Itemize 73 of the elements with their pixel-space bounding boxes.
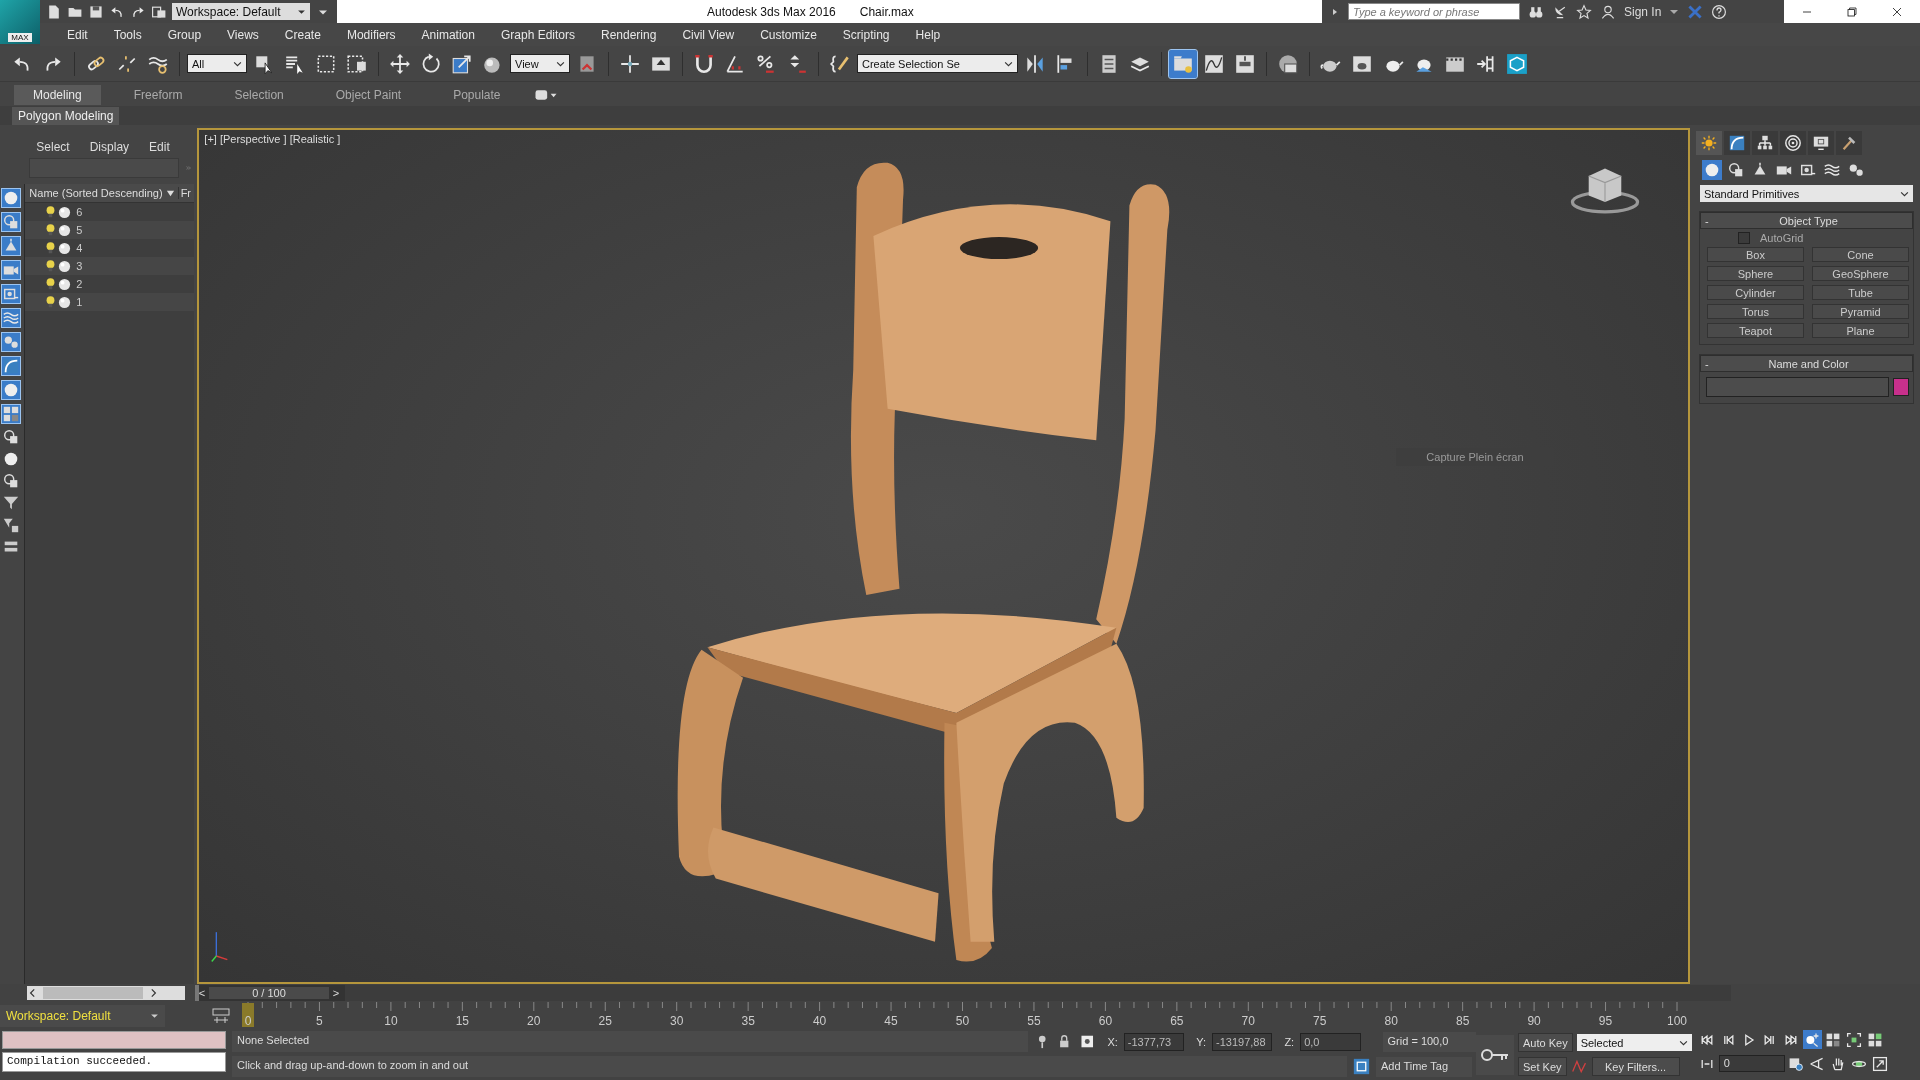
dropdown-field[interactable]: View xyxy=(510,54,570,73)
menu-item[interactable]: Edit xyxy=(54,27,101,42)
scene-row[interactable]: 6 xyxy=(25,203,195,221)
menu-item[interactable]: Views xyxy=(214,27,272,42)
dropdown-field[interactable]: All xyxy=(187,54,247,73)
checkbox-label: AutoGrid xyxy=(1760,232,1804,244)
menu-item[interactable]: Scripting xyxy=(829,27,903,42)
menu-item[interactable]: Modifiers xyxy=(333,27,409,42)
viewport-label[interactable]: [+] [Perspective ] [Realistic ] xyxy=(204,133,341,145)
menu-item[interactable]: Tools xyxy=(100,27,155,42)
primitive-button[interactable]: Sphere xyxy=(1707,266,1804,281)
set-key-button[interactable]: Set Key xyxy=(1518,1057,1567,1076)
menu-item[interactable]: Help xyxy=(902,27,954,42)
primitive-button[interactable]: Plane xyxy=(1812,323,1909,338)
scene-row[interactable]: 1 xyxy=(25,293,195,311)
rollout-header[interactable]: - Name and Color xyxy=(1700,355,1913,372)
add-time-tag-button[interactable]: Add Time Tag xyxy=(1376,1056,1472,1077)
file-name: Chair.max xyxy=(859,4,914,19)
primitive-button[interactable]: Cone xyxy=(1812,247,1909,262)
workspace-dropdown[interactable]: Workspace: Default xyxy=(0,1004,165,1027)
script-output: Compilation succeeded. xyxy=(2,1052,226,1072)
dropdown-field[interactable]: Create Selection Se xyxy=(857,54,1018,73)
app-logo-button[interactable]: MAX xyxy=(0,0,40,44)
grid-size: Grid = 100,0 xyxy=(1382,1031,1476,1052)
coordinate-label: X: xyxy=(1107,1035,1118,1048)
coordinate-label: Z: xyxy=(1284,1035,1295,1048)
ribbon-tab[interactable]: Populate xyxy=(434,85,520,105)
ribbon-tab[interactable]: Object Paint xyxy=(316,85,421,105)
scene-row[interactable]: 3 xyxy=(25,257,195,275)
ribbon-panel-tab[interactable]: Polygon Modeling xyxy=(12,106,120,125)
time-slider-track[interactable]: < 0 / 100 > xyxy=(195,985,1731,1001)
x-coordinate-field[interactable]: -1377,73 xyxy=(1123,1032,1185,1051)
rollout-header[interactable]: - Object Type xyxy=(1700,212,1913,229)
frame-field[interactable]: 0 xyxy=(1718,1055,1785,1072)
viewport[interactable]: [+] [Perspective ] [Realistic ] Capture Plein écran xyxy=(197,128,1690,984)
menu-item[interactable]: Group xyxy=(154,27,215,42)
primitive-button[interactable]: Box xyxy=(1707,247,1804,262)
explorer-menu[interactable]: Select xyxy=(36,140,70,152)
menu-item[interactable]: Animation xyxy=(408,27,488,42)
key-mode-dropdown[interactable]: Selected xyxy=(1576,1034,1692,1051)
column-header[interactable]: Name (Sorted Descending) xyxy=(29,187,163,199)
search-field[interactable]: Type a keyword or phrase xyxy=(1348,3,1520,20)
menu-item[interactable]: Rendering xyxy=(588,27,670,42)
menu-item[interactable]: Graph Editors xyxy=(487,27,588,42)
z-coordinate-field[interactable]: 0,0 xyxy=(1300,1032,1361,1051)
type-dropdown[interactable]: Standard Primitives xyxy=(1700,185,1913,202)
primitive-button[interactable]: GeoSphere xyxy=(1812,266,1909,281)
selection-status: None Selected xyxy=(232,1031,1028,1052)
sign-in-link[interactable]: Sign In xyxy=(1624,4,1662,19)
track-bar[interactable]: 0 5 10 15 20 25 30 35 40 45 50 55 60 65 70 75 80 85 90 95 100 xyxy=(237,1002,1697,1029)
explorer-menu[interactable]: Display xyxy=(89,140,130,152)
coordinate-label: Y: xyxy=(1196,1035,1206,1048)
scene-row[interactable]: 5 xyxy=(25,221,195,239)
workspace-dropdown[interactable]: Workspace: Default xyxy=(172,3,310,20)
primitive-button[interactable]: Pyramid xyxy=(1812,304,1909,319)
auto-key-button[interactable]: Auto Key xyxy=(1518,1033,1573,1052)
scene-row[interactable]: 4 xyxy=(25,239,195,257)
ribbon-tab[interactable]: Selection xyxy=(215,85,303,105)
primitive-button[interactable]: Teapot xyxy=(1707,323,1804,338)
explorer-menu[interactable]: Edit xyxy=(149,140,170,152)
menu-item[interactable]: Customize xyxy=(747,27,830,42)
ribbon-tab[interactable]: Modeling xyxy=(14,85,101,105)
menu-item[interactable]: Civil View xyxy=(669,27,748,42)
column-header[interactable]: Fr xyxy=(177,187,192,199)
primitive-button[interactable]: Cylinder xyxy=(1707,285,1804,300)
primitive-button[interactable]: Tube xyxy=(1812,285,1909,300)
menu-item[interactable]: Create xyxy=(271,27,334,42)
window-title: Autodesk 3ds Max 2016 xyxy=(707,4,836,19)
ribbon-tab[interactable]: Freeform xyxy=(114,85,202,105)
key-filters-button[interactable]: Key Filters... xyxy=(1591,1057,1680,1076)
primitive-button[interactable]: Torus xyxy=(1707,304,1804,319)
scene-row[interactable]: 2 xyxy=(25,275,195,293)
y-coordinate-field[interactable]: -13197,88 xyxy=(1212,1032,1273,1051)
